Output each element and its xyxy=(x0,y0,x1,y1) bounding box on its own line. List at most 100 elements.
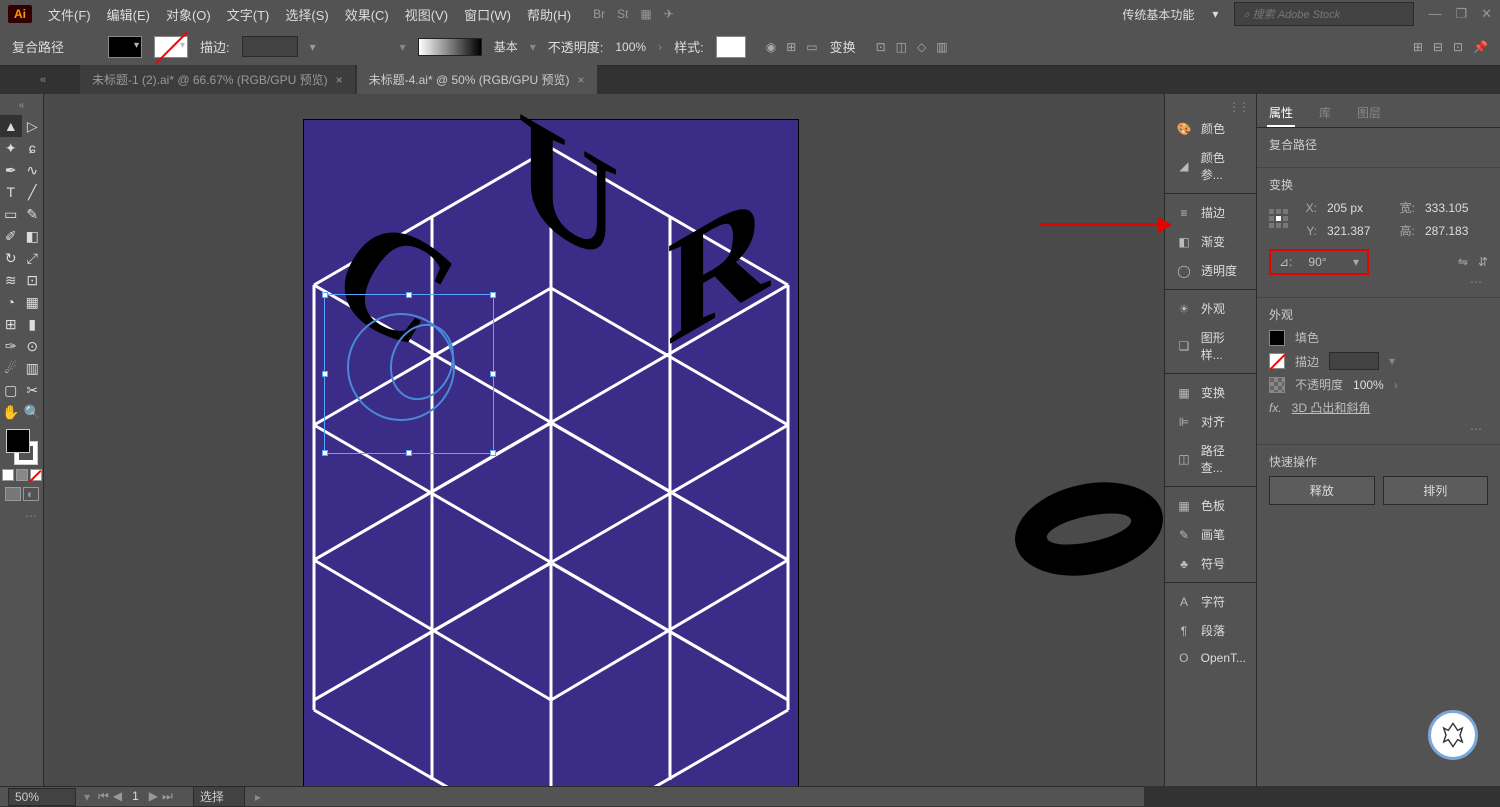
dock-symbols[interactable]: ♣符号 xyxy=(1165,549,1256,578)
menu-object[interactable]: 对象(O) xyxy=(160,2,217,27)
close-tab-icon[interactable]: × xyxy=(577,73,584,87)
dock-grip-icon[interactable]: ⋮⋮ xyxy=(1165,100,1256,114)
transform-button[interactable]: 变换 xyxy=(830,37,856,56)
effect-name[interactable]: 3D 凸出和斜角 xyxy=(1292,399,1371,416)
pen-tool[interactable]: ✒ xyxy=(0,159,22,181)
dock-color[interactable]: 🎨颜色 xyxy=(1165,114,1256,143)
y-value[interactable]: 321.387 xyxy=(1327,224,1387,238)
zoom-dropdown-icon[interactable]: ▾ xyxy=(84,790,90,804)
dock-gradient[interactable]: ◧渐变 xyxy=(1165,227,1256,256)
magic-wand-tool[interactable]: ✦ xyxy=(0,137,22,159)
tab-libraries[interactable]: 库 xyxy=(1317,100,1333,127)
menu-text[interactable]: 文字(T) xyxy=(221,2,276,27)
nav-prev-icon[interactable]: ◀ xyxy=(113,789,122,804)
dock-pathfinder[interactable]: ◫路径查... xyxy=(1165,436,1256,482)
nav-next-icon[interactable]: ▶ xyxy=(149,789,158,804)
pin-icon[interactable]: 📌 xyxy=(1473,40,1488,54)
curvature-tool[interactable]: ∿ xyxy=(22,159,44,181)
eyedropper-tool[interactable]: ✑ xyxy=(0,335,22,357)
menu-window[interactable]: 窗口(W) xyxy=(458,2,517,27)
stroke-weight-stepper[interactable]: ▾ xyxy=(310,40,316,54)
column-graph-tool[interactable]: ▥ xyxy=(22,357,44,379)
height-value[interactable]: 287.183 xyxy=(1425,224,1485,238)
tabbar-collapse-icon[interactable]: « xyxy=(36,74,50,86)
color-mode-icon[interactable] xyxy=(2,469,14,481)
flip-vertical-icon[interactable]: ⇵ xyxy=(1478,255,1488,269)
opacity-value-2[interactable]: 100% xyxy=(1353,378,1384,392)
paintbrush-tool[interactable]: ✎ xyxy=(22,203,44,225)
mesh-tool[interactable]: ⊞ xyxy=(0,313,22,335)
artboard-tool[interactable]: ▢ xyxy=(0,379,22,401)
lasso-tool[interactable]: ɕ xyxy=(22,137,44,159)
symbol-sprayer-tool[interactable]: ☄ xyxy=(0,357,22,379)
document-tab-2[interactable]: 未标题-4.ai* @ 50% (RGB/GPU 预览) × xyxy=(357,65,597,94)
crop-icon[interactable]: ◇ xyxy=(917,40,926,54)
stroke-color-swatch[interactable] xyxy=(1269,353,1285,369)
menu-view[interactable]: 视图(V) xyxy=(399,2,454,27)
hand-tool[interactable]: ✋ xyxy=(0,401,22,423)
rotation-dropdown[interactable]: ⊿: 90° xyxy=(1269,249,1369,275)
dock-character[interactable]: A字符 xyxy=(1165,587,1256,616)
screen-mode-icon[interactable] xyxy=(5,487,21,501)
rectangle-tool[interactable]: ▭ xyxy=(0,203,22,225)
scale-tool[interactable]: ⤢ xyxy=(22,247,44,269)
dock-swatches[interactable]: ▦色板 xyxy=(1165,491,1256,520)
selection-tool[interactable]: ▲ xyxy=(0,115,22,137)
menu-effect[interactable]: 效果(C) xyxy=(339,2,395,27)
free-transform-tool[interactable]: ⊡ xyxy=(22,269,44,291)
draw-mode-icon[interactable]: ◐ xyxy=(23,487,39,501)
dock-graphic-styles[interactable]: ❏图形样... xyxy=(1165,323,1256,369)
perspective-grid-tool[interactable]: ▦ xyxy=(22,291,44,313)
dock-color-guide[interactable]: ◢颜色参... xyxy=(1165,143,1256,189)
select-similar-icon[interactable]: ▥ xyxy=(936,40,947,54)
width-value[interactable]: 333.105 xyxy=(1425,201,1485,215)
status-mode[interactable]: 选择 xyxy=(193,786,245,807)
fx-icon[interactable]: fx. xyxy=(1269,401,1282,415)
arrange-icon[interactable]: ▦ xyxy=(640,7,651,21)
fill-stroke-swatch[interactable] xyxy=(4,429,40,465)
reference-point[interactable] xyxy=(1269,209,1289,229)
layout-icon[interactable]: ⊞ xyxy=(1413,40,1423,54)
dock-transform[interactable]: ▦变换 xyxy=(1165,378,1256,407)
window-minimize-icon[interactable]: — xyxy=(1428,6,1441,22)
bridge-icon[interactable]: Br xyxy=(593,7,605,21)
zoom-tool[interactable]: 🔍 xyxy=(22,401,44,423)
zoom-input[interactable]: 50% xyxy=(8,788,76,806)
selection-bounding-box[interactable] xyxy=(324,294,494,454)
dock-brushes[interactable]: ✎画笔 xyxy=(1165,520,1256,549)
direct-selection-tool[interactable]: ▷ xyxy=(22,115,44,137)
nav-first-icon[interactable]: ⏮ xyxy=(98,789,109,804)
dock-opentype[interactable]: OOpenT... xyxy=(1165,645,1256,671)
close-tab-icon[interactable]: × xyxy=(336,73,343,87)
opacity-value[interactable]: 100% xyxy=(615,40,646,54)
stroke-weight-input-2[interactable] xyxy=(1329,352,1379,370)
stroke-swatch[interactable] xyxy=(154,36,188,58)
window-close-icon[interactable]: ✕ xyxy=(1481,6,1492,22)
window-restore-icon[interactable]: ❐ xyxy=(1455,6,1467,22)
isolate-icon[interactable]: ⊡ xyxy=(876,40,886,54)
appearance-more-icon[interactable]: ⋯ xyxy=(1269,422,1488,436)
eraser-tool[interactable]: ◧ xyxy=(22,225,44,247)
dock-align[interactable]: ⊫对齐 xyxy=(1165,407,1256,436)
arrange-button[interactable]: 排列 xyxy=(1383,476,1489,505)
dock-appearance[interactable]: ☀外观 xyxy=(1165,294,1256,323)
mask-icon[interactable]: ◫ xyxy=(896,40,907,54)
layout2-icon[interactable]: ⊟ xyxy=(1433,40,1443,54)
menu-edit[interactable]: 编辑(E) xyxy=(101,2,156,27)
artboard-index[interactable]: 1 xyxy=(126,789,145,804)
gradient-mode-icon[interactable] xyxy=(16,469,28,481)
fill-swatch[interactable] xyxy=(108,36,142,58)
opacity-swatch[interactable] xyxy=(1269,377,1285,393)
layout3-icon[interactable]: ⊡ xyxy=(1453,40,1463,54)
tab-properties[interactable]: 属性 xyxy=(1267,100,1295,127)
transform-more-icon[interactable]: ⋯ xyxy=(1269,275,1488,289)
nav-last-icon[interactable]: ⏭ xyxy=(162,789,173,804)
gpu-icon[interactable]: ✈ xyxy=(664,7,674,21)
workspace-dropdown[interactable]: 传统基本功能▾ xyxy=(1114,3,1226,26)
style-swatch[interactable] xyxy=(716,36,746,58)
canvas[interactable]: C U R xyxy=(44,94,1164,786)
recolor-icon[interactable]: ◉ xyxy=(766,40,776,54)
shaper-tool[interactable]: ✐ xyxy=(0,225,22,247)
gradient-tool[interactable]: ▮ xyxy=(22,313,44,335)
slice-tool[interactable]: ✂ xyxy=(22,379,44,401)
